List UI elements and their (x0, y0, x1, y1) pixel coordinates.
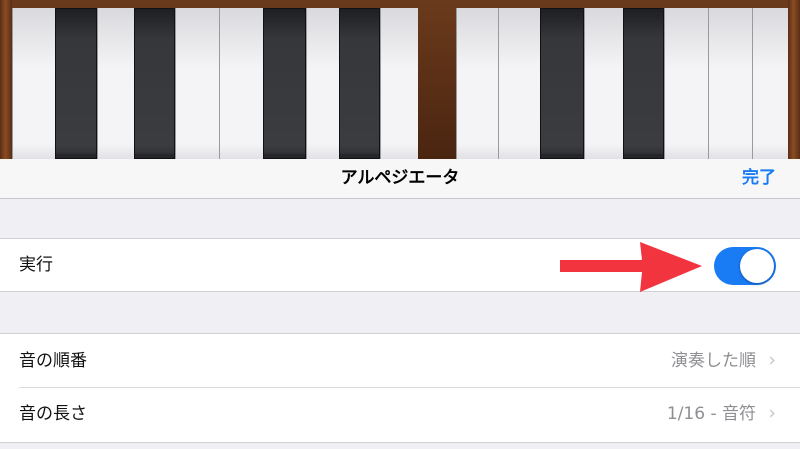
chevron-right-icon: › (768, 349, 776, 371)
white-key[interactable] (752, 8, 788, 159)
note-length-label: 音の長さ (19, 404, 87, 424)
white-key[interactable] (664, 8, 708, 159)
white-key[interactable] (456, 8, 498, 159)
white-key[interactable] (306, 8, 339, 159)
white-key[interactable] (498, 8, 542, 159)
run-label: 実行 (19, 255, 53, 275)
white-key[interactable] (12, 8, 55, 159)
black-key[interactable] (339, 8, 380, 159)
note-order-value: 演奏した順 (671, 351, 756, 371)
settings-row-note-order[interactable]: 音の順番 演奏した順 › (0, 334, 800, 388)
done-button[interactable]: 完了 (742, 159, 776, 199)
piano-keyboard[interactable] (0, 0, 800, 159)
red-arrow-icon (560, 242, 702, 292)
black-key[interactable] (134, 8, 175, 159)
page-title: アルペジエータ (340, 168, 460, 188)
run-toggle[interactable] (714, 247, 776, 285)
black-key[interactable] (623, 8, 664, 159)
settings-row-note-length[interactable]: 音の長さ 1/16 - 音符 › (0, 388, 800, 442)
black-key[interactable] (263, 8, 306, 159)
black-key[interactable] (55, 8, 97, 159)
keyboard-wood-frame-right (788, 0, 800, 159)
white-key[interactable] (708, 8, 752, 159)
toggle-knob (740, 249, 774, 283)
black-key[interactable] (540, 8, 584, 159)
white-key[interactable] (175, 8, 219, 159)
white-key[interactable] (584, 8, 623, 159)
white-key[interactable] (219, 8, 264, 159)
chevron-right-icon: › (768, 402, 776, 424)
white-key[interactable] (380, 8, 418, 159)
group-bottom-divider (0, 442, 800, 443)
navigation-bar: アルペジエータ 完了 (0, 159, 800, 199)
note-order-label: 音の順番 (19, 351, 87, 371)
note-length-value: 1/16 - 音符 (666, 404, 756, 424)
keyboard-wood-frame-left (0, 0, 12, 159)
white-key[interactable] (97, 8, 135, 159)
